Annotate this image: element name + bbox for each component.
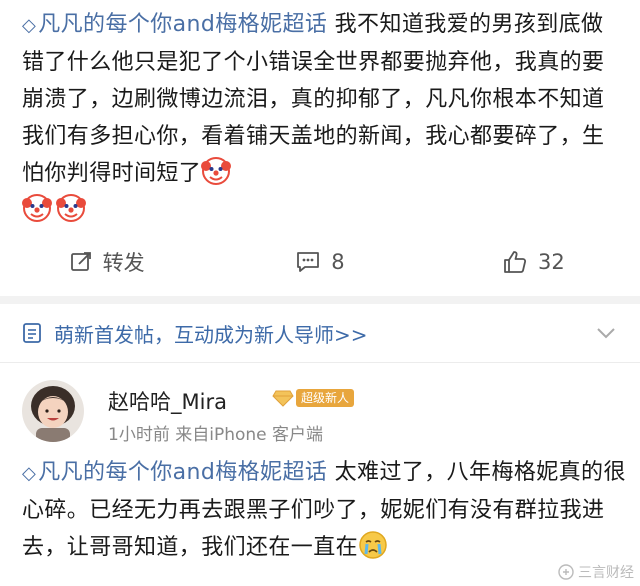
clown-face-emoji <box>201 157 232 185</box>
clown-face-emoji <box>56 194 86 222</box>
super-topic-link[interactable]: ◇凡凡的每个你and梅格妮超话 <box>22 12 327 37</box>
clown-face-emoji <box>22 194 52 222</box>
comment-username[interactable]: 赵哈哈_Mira <box>108 386 227 416</box>
comment-header: 赵哈哈_Mira 超级新人 1小时前 来自iPhone 客户端 <box>22 378 622 448</box>
diamond-badge-icon <box>272 390 294 407</box>
post-content: 我不知道我爱的男孩到底做错了什么他只是犯了个小错误全世界都要抛弃他，我真的要崩溃… <box>22 12 605 186</box>
super-topic-label: 凡凡的每个你and梅格妮超话 <box>38 460 328 485</box>
row-divider <box>0 362 640 363</box>
watermark-logo-icon <box>558 564 574 580</box>
comment-count: 8 <box>331 250 345 274</box>
comment-meta: 1小时前 来自iPhone 客户端 <box>108 425 324 445</box>
like-count: 32 <box>537 250 565 274</box>
watermark: 三言财经 <box>558 562 634 582</box>
repost-label: 转发 <box>102 251 145 275</box>
super-newbie-badge: 超级新人 <box>296 389 355 407</box>
super-topic-link[interactable]: ◇凡凡的每个你and梅格妮超话 <box>22 460 327 485</box>
post-text: ◇凡凡的每个你and梅格妮超话 我不知道我爱的男孩到底做错了什么他只是犯了个小错… <box>22 6 622 229</box>
like-button[interactable]: 32 <box>427 249 640 275</box>
thumbs-up-icon <box>504 251 526 273</box>
comment-icon <box>297 252 320 272</box>
post-action-bar: 转发 8 32 <box>0 238 640 286</box>
repost-icon <box>70 252 91 271</box>
chevron-down-icon[interactable] <box>594 321 618 345</box>
avatar[interactable] <box>22 380 84 442</box>
diamond-icon: ◇ <box>22 463 37 484</box>
super-topic-label: 凡凡的每个你and梅格妮超话 <box>38 12 328 37</box>
promo-label: 萌新首发帖，互动成为新人导师>> <box>54 322 368 347</box>
document-icon <box>23 323 41 343</box>
repost-button[interactable]: 转发 <box>0 247 213 277</box>
diamond-icon: ◇ <box>22 15 37 36</box>
comment-text: ◇凡凡的每个你and梅格妮超话 太难过了，八年梅格妮真的很心碎。已经无力再去跟黑… <box>22 454 630 566</box>
section-divider <box>0 296 640 304</box>
newbie-promo-banner[interactable]: 萌新首发帖，互动成为新人导师>> <box>0 304 640 362</box>
watermark-text: 三言财经 <box>578 565 634 581</box>
user-avatar-image <box>22 380 84 442</box>
crying-face-emoji <box>359 531 387 559</box>
comment-button[interactable]: 8 <box>213 250 426 274</box>
